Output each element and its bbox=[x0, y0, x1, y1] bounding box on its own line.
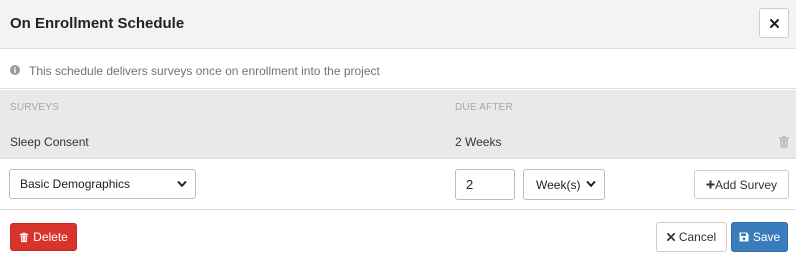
surveys-table-header: SURVEYS DUE AFTER bbox=[0, 90, 796, 124]
info-bar: This schedule delivers surveys once on e… bbox=[0, 50, 796, 89]
due-after-cell: 2 Weeks bbox=[455, 135, 502, 149]
due-unit-value: Week(s) bbox=[536, 177, 581, 192]
close-button[interactable] bbox=[759, 8, 789, 38]
cancel-button[interactable]: Cancel bbox=[656, 222, 727, 252]
times-icon bbox=[666, 233, 675, 241]
modal-header: On Enrollment Schedule bbox=[0, 0, 796, 49]
delete-label: Delete bbox=[33, 230, 68, 244]
floppy-disk-icon bbox=[739, 232, 749, 242]
add-survey-row: Basic Demographics Week(s) Add Survey bbox=[0, 160, 796, 210]
add-survey-button[interactable]: Add Survey bbox=[694, 170, 789, 199]
modal-title: On Enrollment Schedule bbox=[10, 15, 185, 32]
schedule-modal: On Enrollment Schedule This schedule del… bbox=[0, 0, 796, 261]
trash-icon bbox=[19, 232, 29, 243]
trash-icon[interactable] bbox=[778, 136, 790, 148]
add-survey-label: Add Survey bbox=[714, 177, 778, 192]
column-header-due-after: DUE AFTER bbox=[455, 102, 513, 113]
survey-select[interactable]: Basic Demographics bbox=[9, 169, 196, 199]
due-unit-select[interactable]: Week(s) bbox=[523, 169, 605, 200]
chevron-down-icon bbox=[177, 180, 187, 188]
column-header-surveys: SURVEYS bbox=[10, 102, 60, 113]
plus-icon bbox=[706, 178, 715, 192]
due-amount-input[interactable] bbox=[455, 169, 515, 200]
close-icon bbox=[769, 18, 779, 28]
delete-button[interactable]: Delete bbox=[10, 223, 77, 251]
info-icon bbox=[10, 65, 20, 75]
info-text: This schedule delivers surveys once on e… bbox=[29, 64, 380, 78]
table-row: Sleep Consent 2 Weeks bbox=[0, 124, 796, 159]
cancel-label: Cancel bbox=[678, 230, 717, 244]
survey-select-value: Basic Demographics bbox=[20, 177, 131, 191]
save-button[interactable]: Save bbox=[731, 222, 788, 252]
chevron-down-icon bbox=[586, 180, 596, 188]
survey-name-cell: Sleep Consent bbox=[10, 135, 89, 149]
save-label: Save bbox=[752, 230, 781, 244]
